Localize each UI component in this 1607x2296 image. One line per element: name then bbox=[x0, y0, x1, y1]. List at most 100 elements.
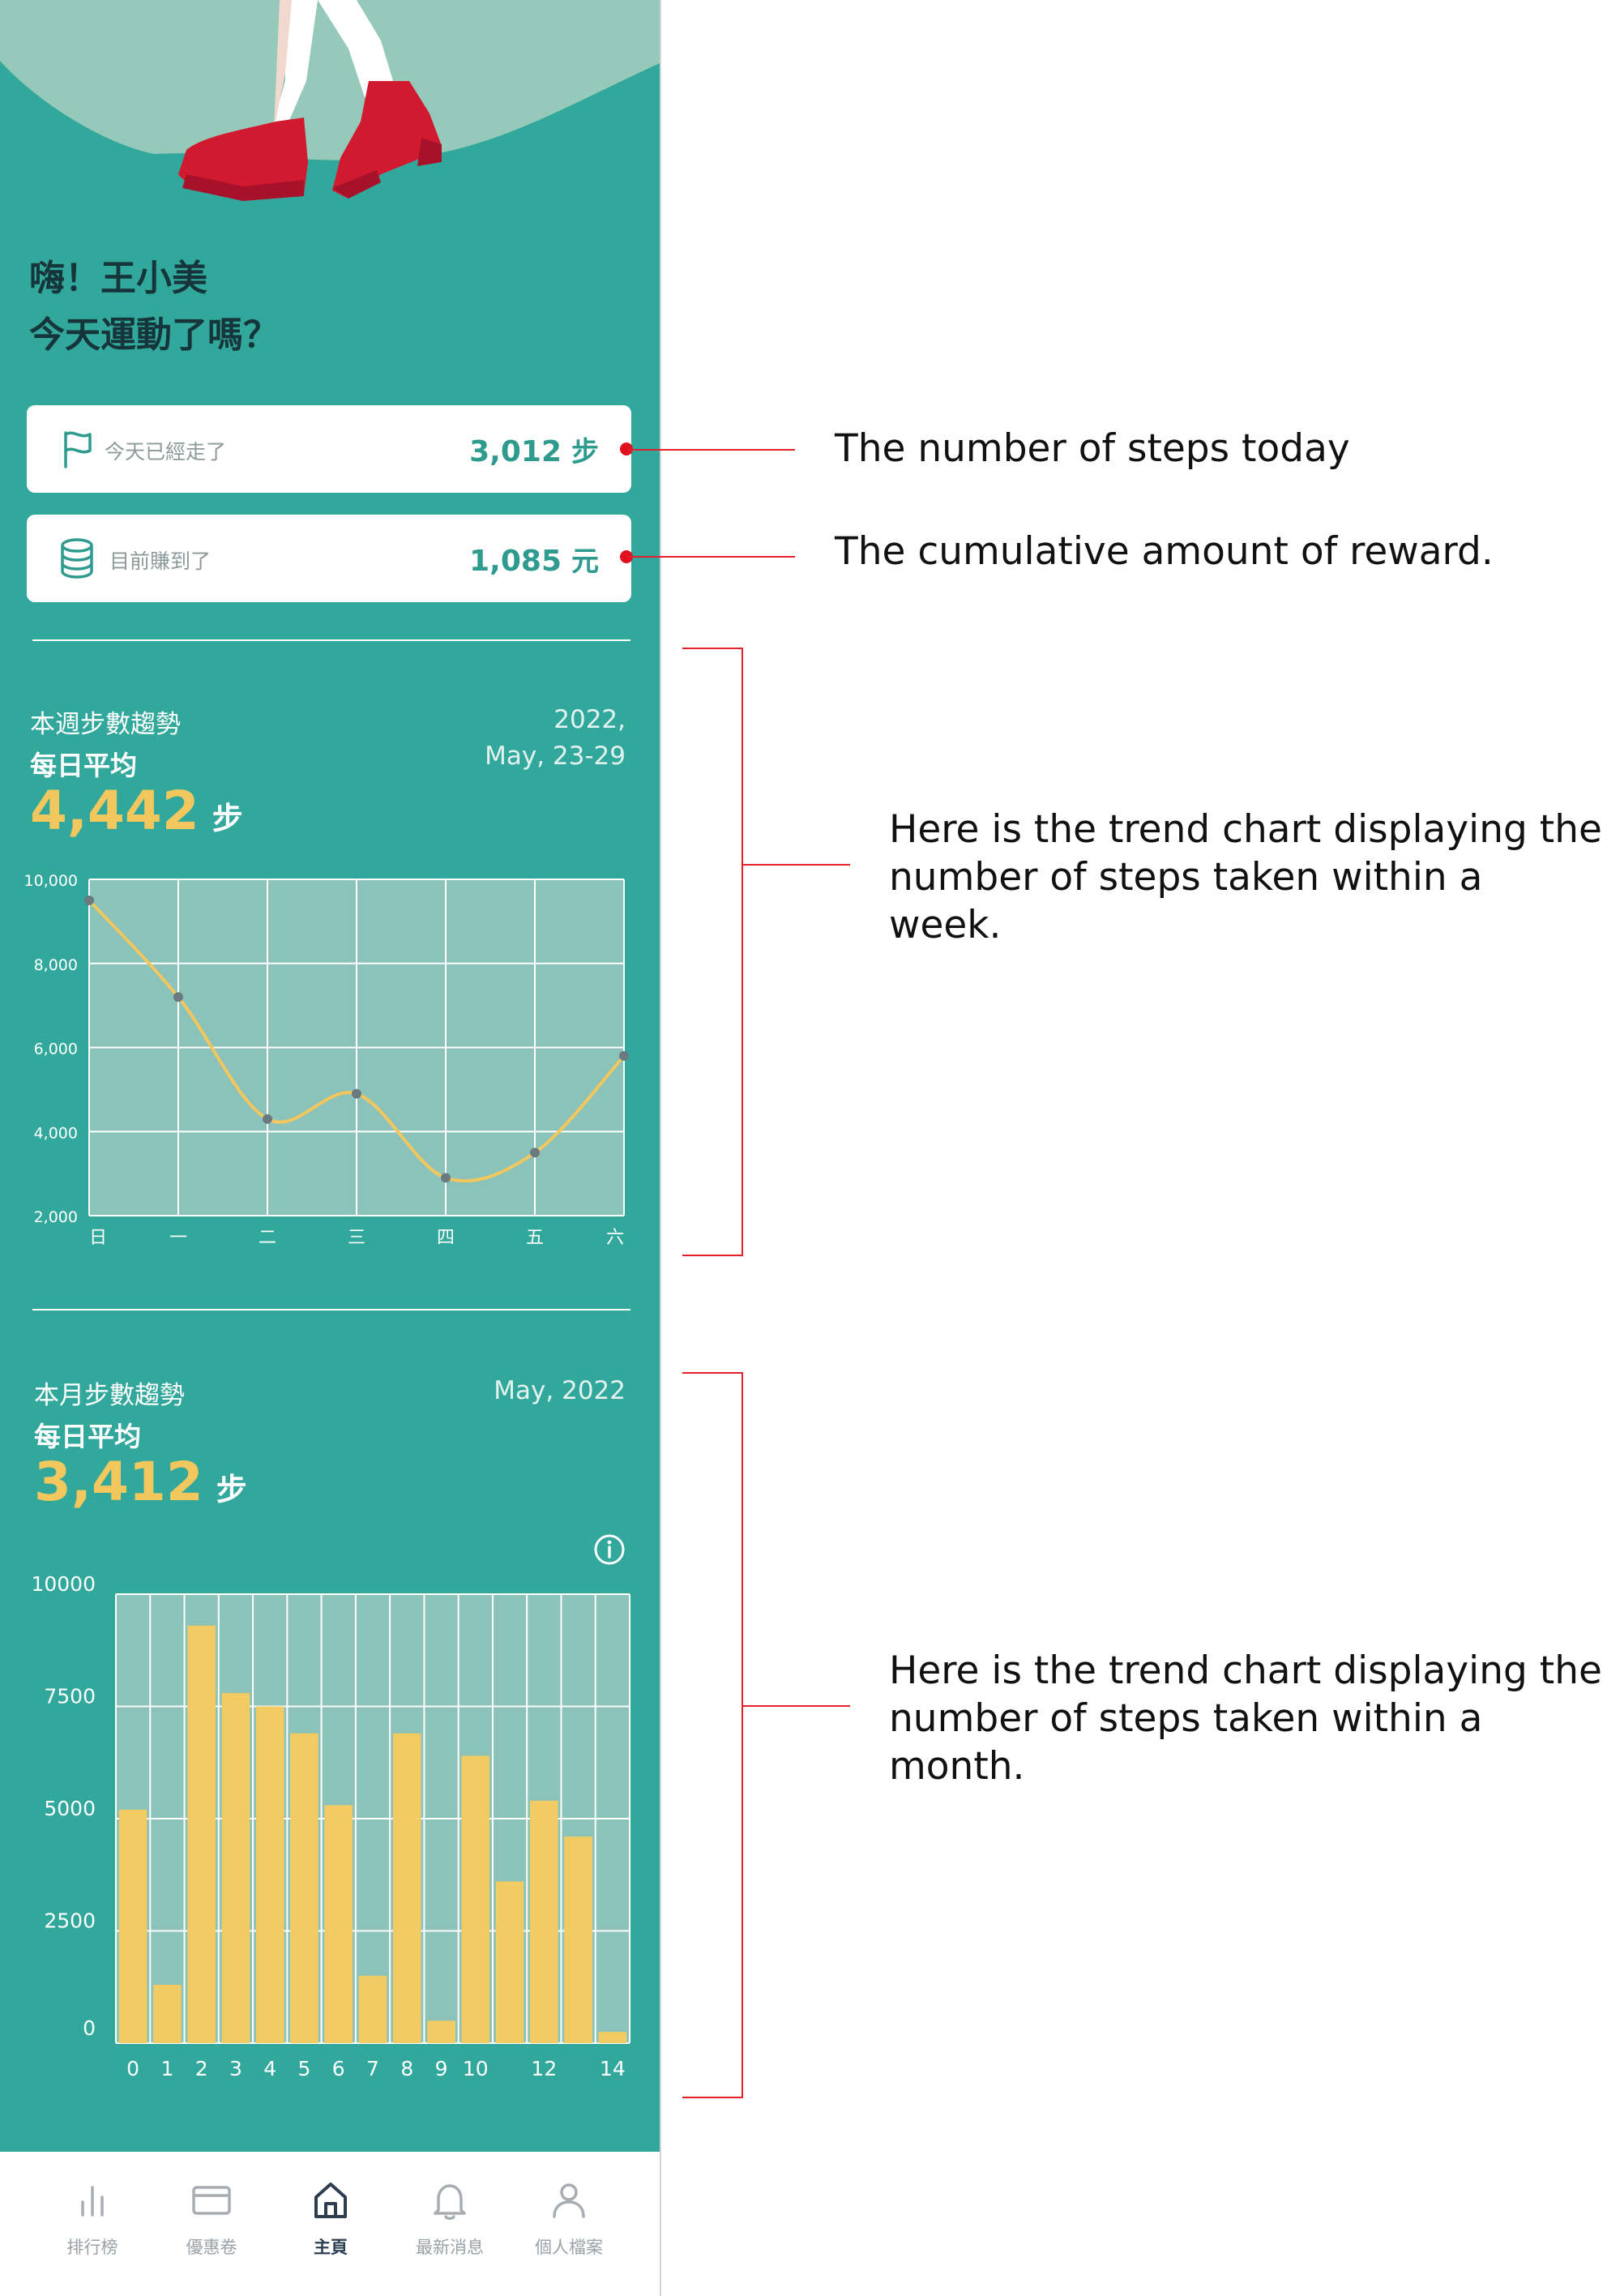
bar bbox=[187, 1625, 216, 2043]
database-icon bbox=[61, 538, 93, 579]
y-tick-label: 8,000 bbox=[34, 956, 78, 974]
annotation-leader-line bbox=[743, 1705, 850, 1707]
y-tick-label: 6,000 bbox=[34, 1041, 78, 1058]
data-point bbox=[84, 895, 94, 905]
bar bbox=[290, 1733, 318, 2043]
nav-label: 排行榜 bbox=[66, 2238, 118, 2257]
steps-today-value: 3,012 步 bbox=[469, 435, 599, 468]
x-tick-label: 10 bbox=[463, 2057, 489, 2080]
monthly-date: May, 2022 bbox=[494, 1376, 626, 1405]
x-tick-label: 3 bbox=[229, 2057, 242, 2080]
annotation-leader-line bbox=[743, 864, 850, 866]
home-icon bbox=[314, 2183, 347, 2218]
x-tick-label: 0 bbox=[126, 2057, 139, 2080]
bar bbox=[392, 1733, 421, 2043]
x-tick-label: 2 bbox=[195, 2057, 208, 2080]
weekly-subtitle: 每日平均 bbox=[30, 750, 137, 781]
bar bbox=[598, 2032, 627, 2043]
reward-unit: 元 bbox=[571, 545, 599, 578]
annotation-reward: The cumulative amount of reward. bbox=[835, 529, 1494, 574]
reward-card[interactable]: 目前賺到了 1,085 元 bbox=[27, 515, 631, 602]
steps-today-label: 今天已經走了 bbox=[105, 440, 227, 464]
y-tick-label: 10,000 bbox=[24, 872, 78, 890]
phone-screen: 嗨！王小美 今天運動了嗎？ 今天已經走了 3,012 步 目前賺到了 1,085 元… bbox=[0, 0, 661, 2296]
annotation-leader-line bbox=[628, 556, 795, 558]
flag-icon bbox=[64, 431, 92, 468]
x-tick-label: 4 bbox=[263, 2057, 276, 2080]
bar bbox=[118, 1809, 147, 2043]
monthly-title: 本月步數趨勢 bbox=[34, 1381, 185, 1410]
annotation-monthly-chart: Here is the trend chart displaying the n… bbox=[889, 1648, 1602, 1789]
x-tick-label: 14 bbox=[600, 2057, 626, 2080]
bar bbox=[358, 1975, 387, 2043]
steps-today-card[interactable]: 今天已經走了 3,012 步 bbox=[27, 405, 631, 493]
x-tick-label: 日 bbox=[89, 1228, 107, 1248]
divider bbox=[32, 1309, 630, 1310]
reward-value: 1,085 元 bbox=[469, 545, 599, 578]
data-point bbox=[263, 1114, 272, 1124]
nav-label: 主頁 bbox=[314, 2238, 348, 2257]
x-tick-label: 5 bbox=[298, 2057, 311, 2080]
monthly-section-bracket bbox=[682, 1372, 743, 2098]
annotation-weekly-chart: Here is the trend chart displaying the n… bbox=[889, 807, 1602, 947]
bar bbox=[153, 1984, 182, 2043]
monthly-average: 3,412 步 bbox=[34, 1451, 247, 1513]
annotation-leader-line bbox=[628, 449, 795, 451]
y-tick-label: 5000 bbox=[44, 1797, 96, 1820]
info-icon[interactable] bbox=[593, 1533, 626, 1566]
x-tick-label: 五 bbox=[526, 1228, 544, 1248]
nav-item-profile[interactable]: 個人檔案 bbox=[512, 2179, 626, 2268]
weekly-line-chart: 10,000 8,000 6,000 4,000 2,000 日 一 二 三 四 五 六 bbox=[24, 872, 629, 1248]
y-tick-label: 7500 bbox=[44, 1685, 96, 1708]
nav-item-leaderboard[interactable]: 排行榜 bbox=[36, 2179, 149, 2268]
bar bbox=[564, 1836, 592, 2043]
bell-icon bbox=[434, 2184, 466, 2220]
x-tick-label: 六 bbox=[606, 1228, 624, 1248]
y-tick-label: 2,000 bbox=[34, 1208, 78, 1226]
x-tick-label: 9 bbox=[435, 2057, 448, 2080]
bar bbox=[461, 1755, 490, 2043]
monthly-average-unit: 步 bbox=[216, 1472, 247, 1507]
reward-label: 目前賺到了 bbox=[109, 549, 212, 573]
monthly-bar-chart: 1000075005000250000 1 2 3 4 5 6 7 8 9 10 12 14 bbox=[31, 1572, 630, 2080]
steps-unit: 步 bbox=[571, 436, 599, 468]
bar bbox=[530, 1800, 558, 2043]
annotation-steps-today: The number of steps today bbox=[835, 426, 1350, 471]
coupon-card-icon bbox=[192, 2186, 231, 2215]
y-tick-label: 4,000 bbox=[34, 1124, 78, 1142]
weekly-date: 2022, May, 23-29 bbox=[485, 705, 626, 771]
x-tick-label: 6 bbox=[332, 2057, 345, 2080]
bar bbox=[324, 1805, 353, 2043]
x-tick-label: 12 bbox=[531, 2057, 557, 2080]
weekly-average: 4,442 步 bbox=[30, 780, 243, 842]
x-tick-label: 8 bbox=[400, 2057, 413, 2080]
x-tick-label: 一 bbox=[169, 1228, 187, 1248]
bar-chart-icon bbox=[81, 2186, 104, 2217]
data-point bbox=[530, 1148, 540, 1158]
nav-label: 優惠卷 bbox=[186, 2238, 237, 2257]
bar bbox=[255, 1706, 284, 2043]
weekly-title: 本週步數趨勢 bbox=[30, 710, 181, 739]
bar bbox=[221, 1692, 250, 2043]
data-point bbox=[441, 1173, 451, 1183]
nav-item-home[interactable]: 主頁 bbox=[274, 2179, 387, 2268]
weekly-average-unit: 步 bbox=[212, 801, 243, 836]
monthly-subtitle: 每日平均 bbox=[34, 1421, 141, 1452]
user-icon bbox=[553, 2183, 585, 2218]
bar bbox=[427, 2020, 455, 2043]
divider bbox=[32, 639, 630, 641]
y-tick-label: 2500 bbox=[44, 1909, 96, 1933]
data-point bbox=[619, 1050, 629, 1061]
x-tick-label: 四 bbox=[437, 1228, 455, 1248]
y-tick-label: 0 bbox=[83, 2016, 96, 2040]
bottom-navigation: 排行榜 優惠卷 主頁 最新消息 個人檔案 bbox=[0, 2152, 660, 2296]
x-tick-label: 7 bbox=[366, 2057, 379, 2080]
nav-label: 個人檔案 bbox=[535, 2238, 603, 2257]
greeting-line-2: 今天運動了嗎？ bbox=[29, 314, 279, 356]
nav-item-news[interactable]: 最新消息 bbox=[393, 2179, 506, 2268]
data-point bbox=[173, 992, 183, 1003]
nav-item-coupons[interactable]: 優惠卷 bbox=[155, 2179, 268, 2268]
greeting-line-1: 嗨！王小美 bbox=[29, 258, 207, 299]
nav-label: 最新消息 bbox=[416, 2238, 484, 2257]
x-tick-label: 1 bbox=[160, 2057, 173, 2080]
